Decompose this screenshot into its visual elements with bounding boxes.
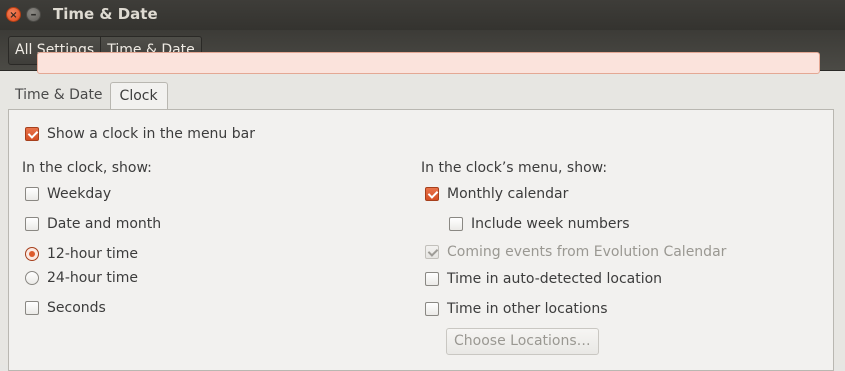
- show-clock-menubar-checkbox[interactable]: [25, 127, 39, 141]
- auto-location-label: Time in auto-detected location: [447, 271, 663, 287]
- weekday-option[interactable]: Weekday: [25, 184, 111, 204]
- week-numbers-checkbox[interactable]: [449, 217, 463, 231]
- seconds-checkbox[interactable]: [25, 301, 39, 315]
- other-locations-option[interactable]: Time in other locations: [425, 299, 608, 319]
- time-24h-label: 24-hour time: [47, 270, 139, 286]
- time-24h-option[interactable]: 24-hour time: [25, 268, 138, 288]
- time-24h-radio[interactable]: [25, 271, 39, 285]
- in-menu-section-title: In the clock’s menu, show:: [421, 160, 608, 176]
- monthly-calendar-option[interactable]: Monthly calendar: [425, 184, 568, 204]
- clock-panel: [8, 109, 834, 371]
- other-locations-checkbox[interactable]: [425, 302, 439, 316]
- monthly-calendar-checkbox[interactable]: [425, 187, 439, 201]
- time-12h-label: 12-hour time: [47, 246, 139, 262]
- window-title: Time & Date: [53, 5, 158, 23]
- week-numbers-option[interactable]: Include week numbers: [449, 214, 630, 234]
- title-bar: × – Time & Date: [0, 0, 845, 30]
- other-locations-label: Time in other locations: [447, 301, 608, 317]
- auto-location-option[interactable]: Time in auto-detected location: [425, 269, 662, 289]
- minimize-window-button[interactable]: –: [26, 7, 41, 22]
- coming-events-label: Coming events from Evolution Calendar: [447, 244, 727, 260]
- time-12h-radio[interactable]: [25, 247, 39, 261]
- in-clock-section-title: In the clock, show:: [22, 160, 152, 176]
- date-month-checkbox[interactable]: [25, 217, 39, 231]
- choose-locations-button[interactable]: Choose Locations…: [446, 328, 599, 355]
- show-clock-menubar-label: Show a clock in the menu bar: [47, 126, 255, 142]
- seconds-option[interactable]: Seconds: [25, 298, 106, 318]
- date-month-option[interactable]: Date and month: [25, 214, 161, 234]
- seconds-label: Seconds: [47, 300, 106, 316]
- date-month-label: Date and month: [47, 216, 162, 232]
- monthly-calendar-label: Monthly calendar: [447, 186, 569, 202]
- tab-clock[interactable]: Clock: [109, 82, 168, 109]
- tab-bar: Time & Date Clock: [8, 82, 168, 109]
- tab-time-date[interactable]: Time & Date: [8, 82, 110, 109]
- week-numbers-label: Include week numbers: [471, 216, 630, 232]
- time-12h-option[interactable]: 12-hour time: [25, 244, 138, 264]
- weekday-checkbox[interactable]: [25, 187, 39, 201]
- coming-events-option: Coming events from Evolution Calendar: [425, 242, 726, 262]
- coming-events-checkbox: [425, 245, 439, 259]
- show-clock-menubar-option[interactable]: Show a clock in the menu bar: [25, 124, 255, 144]
- close-window-button[interactable]: ×: [6, 7, 21, 22]
- weekday-label: Weekday: [47, 186, 112, 202]
- auto-location-checkbox[interactable]: [425, 272, 439, 286]
- menubar-clock-highlight: [37, 52, 820, 74]
